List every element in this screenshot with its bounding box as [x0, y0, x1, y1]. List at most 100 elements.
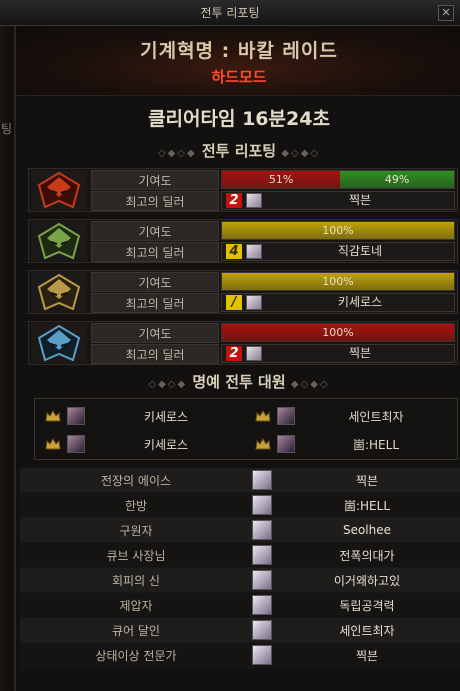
report-panel: 기계혁명 : 바칼 레이드 하드모드 클리어타임 16분24초 ◇◆◇◆ 전투 … — [14, 26, 460, 691]
honor-member[interactable]: 세인트최자 — [247, 403, 457, 429]
battle-report-title: 전투 리포팅 — [201, 142, 277, 160]
red-boss-helm-icon — [31, 170, 87, 210]
avatar — [252, 545, 272, 565]
raid-banner: 기계혁명 : 바칼 레이드 하드모드 — [16, 26, 460, 96]
avatar — [67, 407, 85, 425]
award-title: 회피의 신 — [112, 573, 160, 588]
rank-badge: 2 — [226, 346, 242, 361]
award-row[interactable]: 한방 崮:HELL — [20, 493, 460, 518]
side-text: 팅 — [1, 122, 13, 136]
contribution-bar: 51% 49% — [221, 170, 455, 189]
award-title: 한방 — [124, 498, 148, 513]
battle-report-header: ◇◆◇◆ 전투 리포팅 ◆◇◆◇ — [16, 140, 460, 161]
best-dealer-row[interactable]: 4 직감토네 — [221, 242, 455, 261]
crown-medal-icon — [255, 438, 271, 450]
best-dealer-row[interactable]: 2 찍븐 — [221, 344, 455, 363]
avatar — [252, 520, 272, 540]
window-title: 전투 리포팅 — [200, 6, 260, 20]
award-title: 구원자 — [119, 523, 153, 538]
contribution-label: 기여도 — [91, 272, 219, 292]
ornament-right-icon: ◆◇◆◇ — [290, 379, 330, 390]
crown-medal-icon — [45, 410, 61, 422]
rank-badge: 4 — [226, 244, 242, 259]
ornament-left-icon: ◇◆◇◆ — [148, 379, 188, 390]
honor-header: ◇◆◇◆ 명예 전투 대원 ◆◇◆◇ — [16, 371, 460, 392]
rank-badge: 2 — [226, 193, 242, 208]
best-dealer-row[interactable]: 2 찍븐 — [221, 191, 455, 210]
clear-time: 클리어타임 16분24초 — [148, 108, 330, 130]
award-row[interactable]: 상태이상 전문가 찍븐 — [20, 643, 460, 668]
boss-report-2: 기여도 최고의 딜러 100% 4 직감토네 — [28, 219, 458, 263]
avatar — [246, 346, 262, 361]
award-winner-name: 독립공격력 — [339, 598, 395, 613]
award-row[interactable]: 구원자 Seolhee — [20, 518, 460, 543]
avatar — [277, 407, 295, 425]
award-winner-name: 崮:HELL — [343, 498, 391, 513]
honor-title: 명예 전투 대원 — [192, 373, 286, 391]
honor-member[interactable]: 崮:HELL — [247, 431, 457, 457]
award-row[interactable]: 큐어 달인 세인트최자 — [20, 618, 460, 643]
best-dealer-label: 최고의 딜러 — [91, 191, 219, 211]
award-row[interactable]: 큐브 사장님 전폭의대가 — [20, 543, 460, 568]
contribution-label: 기여도 — [91, 323, 219, 343]
best-dealer-label: 최고의 딜러 — [91, 242, 219, 262]
contribution-bar: 100% — [221, 323, 455, 342]
avatar — [246, 193, 262, 208]
avatar — [252, 620, 272, 640]
award-row[interactable]: 전장의 에이스 찍븐 — [20, 468, 460, 493]
avatar — [252, 595, 272, 615]
raid-title: 기계혁명 : 바칼 레이드 — [140, 40, 338, 62]
honor-members-box: 키세로스 세인트최자 키세로스 崮:HELL — [34, 398, 458, 460]
honor-member-name: 키세로스 — [143, 409, 189, 424]
contribution-bar: 100% — [221, 272, 455, 291]
award-row[interactable]: 제압자 독립공격력 — [20, 593, 460, 618]
blue-boss-helm-icon — [31, 323, 87, 363]
honor-member-name: 키세로스 — [143, 437, 189, 452]
avatar — [252, 570, 272, 590]
ornament-left-icon: ◇◆◇◆ — [157, 148, 197, 159]
avatar — [277, 435, 295, 453]
award-row[interactable]: 회피의 신 이거왜하고있 — [20, 568, 460, 593]
best-dealer-row[interactable]: / 키세로스 — [221, 293, 455, 312]
contribution-label: 기여도 — [91, 221, 219, 241]
award-list: 전장의 에이스 찍븐 한방 崮:HELL 구원자 Seolhee 큐브 사장님 … — [20, 468, 460, 668]
best-dealer-label: 최고의 딜러 — [91, 344, 219, 364]
award-winner-name: 찍븐 — [355, 648, 379, 663]
award-title: 제압자 — [119, 598, 153, 613]
award-title: 전장의 에이스 — [100, 473, 172, 488]
award-winner-name: 전폭의대가 — [339, 548, 395, 563]
window-titlebar[interactable]: 전투 리포팅 ✕ — [0, 0, 460, 26]
contribution-bar: 100% — [221, 221, 455, 240]
crown-medal-icon — [255, 410, 271, 422]
avatar — [246, 295, 262, 310]
boss-report-3: 기여도 최고의 딜러 100% / 키세로스 — [28, 270, 458, 314]
close-button[interactable]: ✕ — [438, 5, 454, 21]
avatar — [252, 470, 272, 490]
contribution-segment: 100% — [222, 222, 454, 239]
dealer-name: 찍븐 — [348, 193, 372, 207]
best-dealer-label: 최고의 딜러 — [91, 293, 219, 313]
dealer-name: 직감토네 — [337, 244, 383, 258]
dealer-name: 키세로스 — [337, 295, 383, 309]
award-winner-name: Seolhee — [342, 523, 392, 537]
dealer-name: 찍븐 — [348, 346, 372, 360]
difficulty-label: 하드모드 — [211, 68, 267, 86]
honor-member-name: 崮:HELL — [352, 437, 400, 452]
contribution-label: 기여도 — [91, 170, 219, 190]
green-boss-helm-icon — [31, 221, 87, 261]
honor-member-name: 세인트최자 — [348, 409, 404, 424]
side-decoration: 팅 — [0, 26, 14, 691]
award-title: 큐어 달인 — [112, 623, 160, 638]
honor-member[interactable]: 키세로스 — [37, 403, 247, 429]
avatar — [252, 495, 272, 515]
honor-member[interactable]: 키세로스 — [37, 431, 247, 457]
boss-report-1: 기여도 최고의 딜러 51% 49% 2 찍븐 — [28, 168, 458, 212]
avatar — [252, 645, 272, 665]
ornament-right-icon: ◆◇◆◇ — [281, 148, 321, 159]
contribution-segment: 100% — [222, 273, 454, 290]
award-winner-name: 세인트최자 — [339, 623, 395, 638]
award-title: 상태이상 전문가 — [95, 648, 177, 663]
contribution-segment: 49% — [340, 171, 454, 188]
rank-badge: / — [226, 295, 242, 310]
boss-report-4: 기여도 최고의 딜러 100% 2 찍븐 — [28, 321, 458, 365]
